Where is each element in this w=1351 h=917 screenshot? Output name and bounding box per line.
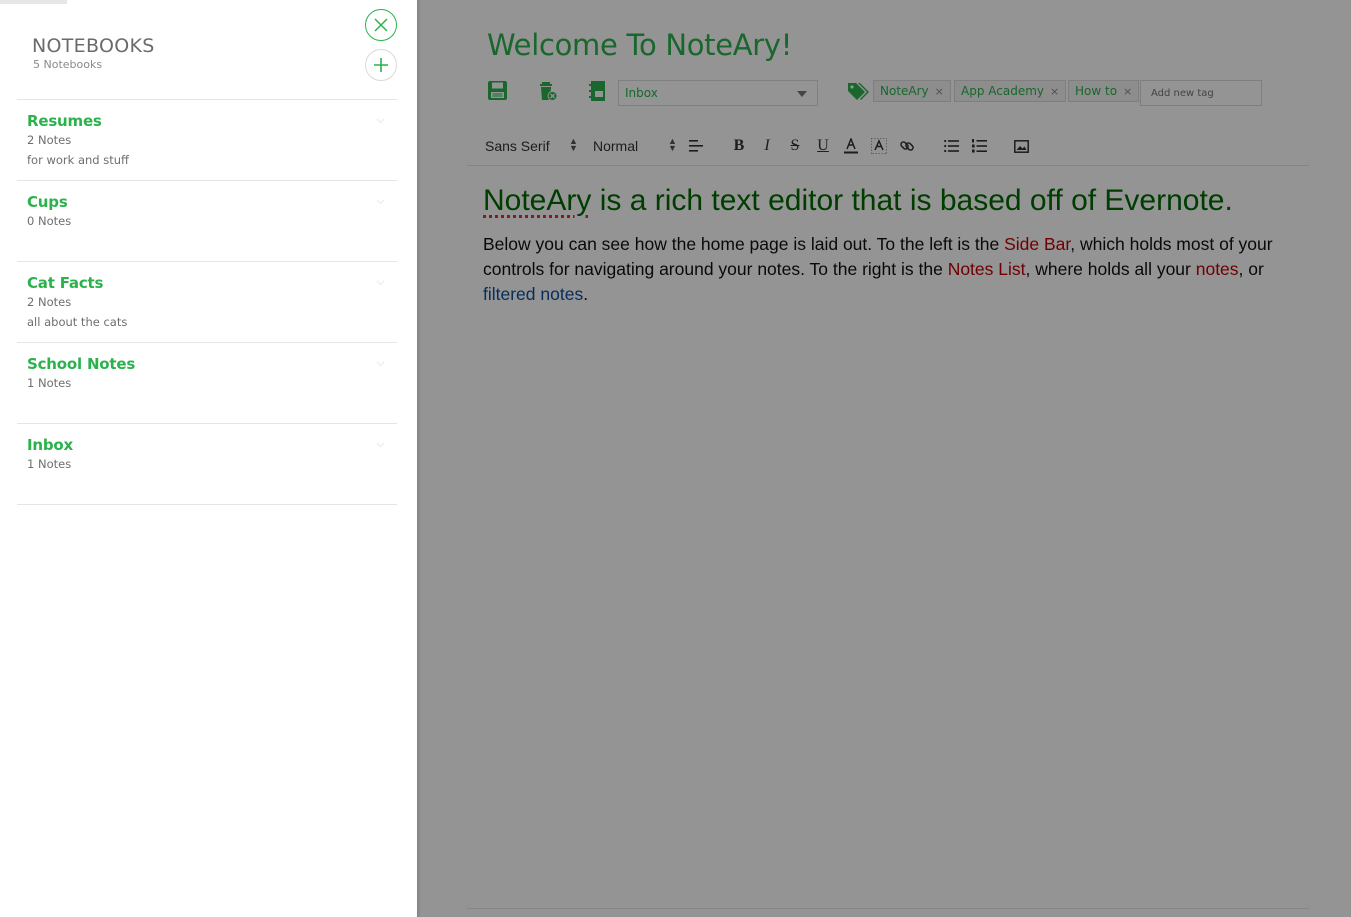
notebook-note-count: 1 Notes — [27, 376, 72, 390]
drawer-tab — [0, 0, 67, 4]
notebook-title: Cups — [27, 193, 68, 211]
drawer-shadow — [417, 0, 421, 917]
notebook-item[interactable]: School Notes 1 Notes — [17, 343, 397, 424]
plus-icon — [374, 58, 388, 72]
chevron-down-icon[interactable] — [376, 118, 385, 124]
chevron-down-icon[interactable] — [376, 280, 385, 286]
notebooks-drawer: NOTEBOOKS 5 Notebooks Resumes 2 Notes fo… — [0, 0, 417, 917]
notebook-count: 5 Notebooks — [33, 58, 103, 71]
chevron-down-icon[interactable] — [376, 199, 385, 205]
notebook-note-count: 1 Notes — [27, 457, 72, 471]
notebook-item[interactable]: Inbox 1 Notes — [17, 424, 397, 505]
notebook-title: Cat Facts — [27, 274, 104, 292]
notebook-item[interactable]: Cat Facts 2 Notes all about the cats — [17, 262, 397, 343]
drawer-title: NOTEBOOKS — [32, 35, 155, 57]
notebook-title: School Notes — [27, 355, 136, 373]
add-notebook-button[interactable] — [365, 49, 397, 81]
notebook-note-count: 2 Notes — [27, 295, 72, 309]
notebook-list: Resumes 2 Notes for work and stuff Cups … — [17, 99, 397, 505]
close-icon — [374, 18, 388, 32]
modal-overlay[interactable] — [417, 0, 1351, 917]
notebook-title: Inbox — [27, 436, 73, 454]
chevron-down-icon[interactable] — [376, 442, 385, 448]
notebook-note-count: 0 Notes — [27, 214, 72, 228]
notebook-description: all about the cats — [27, 315, 128, 329]
notebook-title: Resumes — [27, 112, 102, 130]
chevron-down-icon[interactable] — [376, 361, 385, 367]
notebook-description: for work and stuff — [27, 153, 129, 167]
notebook-item[interactable]: Cups 0 Notes — [17, 181, 397, 262]
notebook-note-count: 2 Notes — [27, 133, 72, 147]
close-drawer-button[interactable] — [365, 9, 397, 41]
notebook-item[interactable]: Resumes 2 Notes for work and stuff — [17, 100, 397, 181]
